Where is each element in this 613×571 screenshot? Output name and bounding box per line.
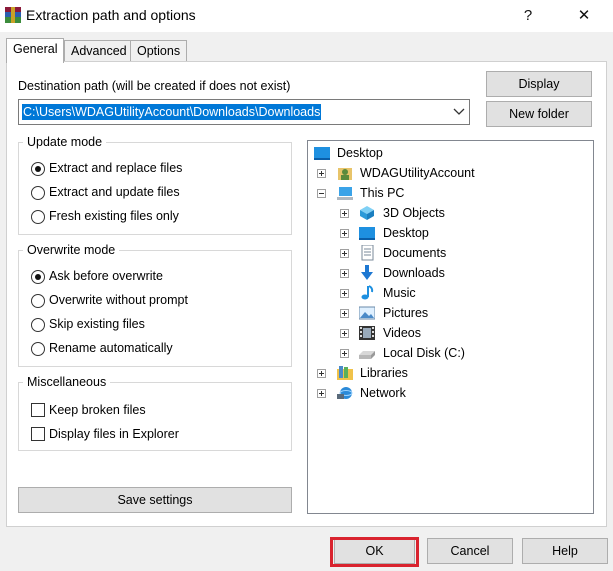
libraries-icon bbox=[337, 366, 353, 380]
update-mode-title: Update mode bbox=[23, 135, 107, 149]
tree-item-label: Pictures bbox=[383, 306, 429, 320]
desktop-icon bbox=[314, 147, 330, 160]
tree-item-videos[interactable]: Videos bbox=[308, 323, 593, 343]
computer-icon bbox=[337, 187, 353, 200]
tree-item-label: Documents bbox=[383, 246, 447, 260]
collapse-icon[interactable] bbox=[317, 189, 326, 198]
tree-item-pictures[interactable]: Pictures bbox=[308, 303, 593, 323]
expand-icon[interactable] bbox=[340, 289, 349, 298]
destination-path-combobox[interactable]: C:\Users\WDAGUtilityAccount\Downloads\Do… bbox=[18, 99, 470, 125]
fresh-existing-label[interactable]: Fresh existing files only bbox=[49, 209, 179, 223]
desktop-icon bbox=[359, 227, 375, 240]
rename-automatically-radio[interactable] bbox=[31, 342, 45, 356]
keep-broken-files-label[interactable]: Keep broken files bbox=[49, 403, 146, 417]
expand-icon[interactable] bbox=[340, 229, 349, 238]
ask-before-overwrite-label[interactable]: Ask before overwrite bbox=[49, 269, 163, 283]
tree-item-network[interactable]: Network bbox=[308, 383, 593, 403]
expand-icon[interactable] bbox=[340, 269, 349, 278]
extract-replace-label[interactable]: Extract and replace files bbox=[49, 161, 182, 175]
folder-tree[interactable]: Desktop WDAGUtilityAccount This PC 3D Ob… bbox=[307, 140, 594, 514]
expand-icon[interactable] bbox=[340, 349, 349, 358]
skip-existing-radio[interactable] bbox=[31, 318, 45, 332]
tree-item-documents[interactable]: Documents bbox=[308, 243, 593, 263]
save-settings-button[interactable]: Save settings bbox=[18, 487, 292, 513]
documents-icon bbox=[361, 245, 374, 261]
window-title: Extraction path and options bbox=[26, 7, 196, 23]
expand-icon[interactable] bbox=[317, 169, 326, 178]
tree-item-desktop[interactable]: Desktop bbox=[308, 223, 593, 243]
tree-item-desktop-root[interactable]: Desktop bbox=[308, 143, 593, 163]
tree-item-label: 3D Objects bbox=[383, 206, 445, 220]
help-title-button[interactable]: ? bbox=[510, 4, 546, 28]
destination-path-value[interactable]: C:\Users\WDAGUtilityAccount\Downloads\Do… bbox=[22, 104, 322, 120]
display-in-explorer-label[interactable]: Display files in Explorer bbox=[49, 427, 179, 441]
destination-path-label: Destination path (will be created if doe… bbox=[18, 79, 291, 93]
skip-existing-label[interactable]: Skip existing files bbox=[49, 317, 145, 331]
tree-item-this-pc[interactable]: This PC bbox=[308, 183, 593, 203]
tree-item-label: Downloads bbox=[383, 266, 445, 280]
tree-item-wdagutilityaccount[interactable]: WDAGUtilityAccount bbox=[308, 163, 593, 183]
videos-icon bbox=[359, 326, 375, 340]
ok-button-highlight bbox=[330, 537, 419, 567]
title-bar: Extraction path and options ? ✕ bbox=[0, 0, 613, 32]
tree-item-downloads[interactable]: Downloads bbox=[308, 263, 593, 283]
display-in-explorer-checkbox[interactable] bbox=[31, 427, 45, 441]
help-button[interactable]: Help bbox=[522, 538, 608, 564]
tree-item-music[interactable]: Music bbox=[308, 283, 593, 303]
extract-update-radio[interactable] bbox=[31, 186, 45, 200]
tree-item-label: Videos bbox=[383, 326, 421, 340]
expand-icon[interactable] bbox=[340, 209, 349, 218]
keep-broken-files-checkbox[interactable] bbox=[31, 403, 45, 417]
chevron-down-icon[interactable] bbox=[453, 108, 465, 116]
local-disk-icon bbox=[359, 351, 375, 359]
tree-item-local-disk[interactable]: Local Disk (C:) bbox=[308, 343, 593, 363]
tree-item-label: Desktop bbox=[337, 146, 383, 160]
overwrite-mode-title: Overwrite mode bbox=[23, 243, 120, 257]
expand-icon[interactable] bbox=[340, 309, 349, 318]
tree-item-label: WDAGUtilityAccount bbox=[360, 166, 475, 180]
expand-icon[interactable] bbox=[340, 249, 349, 258]
overwrite-without-prompt-radio[interactable] bbox=[31, 294, 45, 308]
tab-advanced[interactable]: Advanced bbox=[64, 40, 134, 62]
tree-item-label: Desktop bbox=[383, 226, 429, 240]
tree-item-libraries[interactable]: Libraries bbox=[308, 363, 593, 383]
ask-before-overwrite-radio[interactable] bbox=[31, 270, 45, 284]
tree-item-3d-objects[interactable]: 3D Objects bbox=[308, 203, 593, 223]
network-icon bbox=[337, 387, 353, 399]
miscellaneous-title: Miscellaneous bbox=[23, 375, 111, 389]
3d-objects-icon bbox=[360, 206, 374, 220]
tree-item-label: Network bbox=[360, 386, 406, 400]
downloads-icon bbox=[361, 265, 373, 280]
pictures-icon bbox=[359, 306, 375, 320]
tab-options[interactable]: Options bbox=[130, 40, 188, 62]
expand-icon[interactable] bbox=[317, 389, 326, 398]
tree-item-label: Music bbox=[383, 286, 416, 300]
cancel-button[interactable]: Cancel bbox=[427, 538, 513, 564]
expand-icon[interactable] bbox=[340, 329, 349, 338]
tree-item-label: This PC bbox=[360, 186, 405, 200]
extract-update-label[interactable]: Extract and update files bbox=[49, 185, 180, 199]
tab-general[interactable]: General bbox=[6, 38, 65, 63]
user-folder-icon bbox=[338, 168, 352, 180]
rename-automatically-label[interactable]: Rename automatically bbox=[49, 341, 173, 355]
extract-replace-radio[interactable] bbox=[31, 162, 45, 176]
winrar-app-icon bbox=[5, 7, 21, 23]
expand-icon[interactable] bbox=[317, 369, 326, 378]
overwrite-without-prompt-label[interactable]: Overwrite without prompt bbox=[49, 293, 188, 307]
new-folder-button[interactable]: New folder bbox=[486, 101, 592, 127]
tree-item-label: Libraries bbox=[360, 366, 408, 380]
fresh-existing-radio[interactable] bbox=[31, 210, 45, 224]
tree-item-label: Local Disk (C:) bbox=[383, 346, 465, 360]
music-icon bbox=[361, 285, 374, 300]
display-button[interactable]: Display bbox=[486, 71, 592, 97]
close-button[interactable]: ✕ bbox=[566, 4, 602, 28]
